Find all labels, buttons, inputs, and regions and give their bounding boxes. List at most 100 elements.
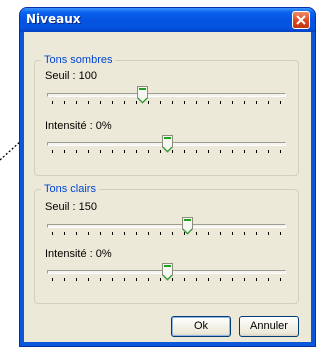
slider-tick: [196, 232, 197, 235]
slider-tick: [160, 150, 161, 153]
slider-tick: [172, 101, 173, 104]
slider-tick: [160, 278, 161, 281]
title-bar: Niveaux: [20, 8, 315, 32]
cancel-button[interactable]: Annuler: [239, 316, 299, 337]
slider-ticks: [52, 232, 281, 236]
slider-tick: [100, 278, 101, 281]
slider-ticks: [52, 278, 281, 282]
slider-tick: [64, 278, 65, 281]
slider-tick: [100, 150, 101, 153]
shadows-threshold-label: Seuil : 100: [45, 70, 97, 82]
slider-tick: [136, 150, 137, 153]
slider-tick: [232, 232, 233, 235]
ok-button[interactable]: Ok: [171, 316, 231, 337]
slider-tick: [220, 232, 221, 235]
slider-tick: [160, 101, 161, 104]
slider-tick: [76, 101, 77, 104]
slider-tick: [184, 101, 185, 104]
slider-tick: [244, 232, 245, 235]
slider-tick: [148, 232, 149, 235]
highlights-group: Tons clairs Seuil : 150 Intensité : 0%: [34, 183, 299, 304]
slider-tick: [136, 232, 137, 235]
slider-tick: [232, 150, 233, 153]
shadows-group: Tons sombres Seuil : 100 Intensité : 0%: [34, 54, 299, 176]
slider-tick: [268, 278, 269, 281]
highlights-group-label: Tons clairs: [41, 183, 99, 196]
niveaux-dialog: Niveaux Tons sombres Seuil : 100 Intensi…: [20, 8, 315, 346]
slider-ticks: [52, 150, 281, 154]
highlights-threshold-label: Seuil : 150: [45, 201, 97, 213]
slider-tick: [184, 232, 185, 235]
slider-tick: [244, 150, 245, 153]
shadows-group-label: Tons sombres: [41, 54, 116, 67]
slider-tick: [244, 278, 245, 281]
slider-tick: [196, 278, 197, 281]
slider-tick: [112, 232, 113, 235]
slider-tick: [64, 101, 65, 104]
slider-tick: [256, 278, 257, 281]
slider-tick: [196, 150, 197, 153]
close-button[interactable]: [292, 11, 310, 29]
slider-tick: [88, 150, 89, 153]
slider-tick: [196, 101, 197, 104]
slider-tick: [280, 232, 281, 235]
slider-tick: [64, 150, 65, 153]
slider-tick: [100, 232, 101, 235]
highlights-intensity-label: Intensité : 0%: [45, 248, 112, 260]
slider-tick: [280, 278, 281, 281]
slider-track: [47, 93, 286, 97]
slider-tick: [256, 232, 257, 235]
slider-tick: [112, 278, 113, 281]
slider-tick: [88, 232, 89, 235]
dialog-client-area: Tons sombres Seuil : 100 Intensité : 0%: [24, 32, 311, 342]
slider-tick: [220, 150, 221, 153]
slider-tick: [184, 278, 185, 281]
slider-tick: [268, 101, 269, 104]
slider-tick: [172, 278, 173, 281]
slider-tick: [148, 101, 149, 104]
slider-tick: [76, 232, 77, 235]
slider-tick: [52, 150, 53, 153]
slider-tick: [52, 232, 53, 235]
slider-tick: [268, 150, 269, 153]
slider-tick: [124, 232, 125, 235]
slider-tick: [244, 101, 245, 104]
close-icon: [296, 15, 306, 25]
slider-tick: [220, 101, 221, 104]
slider-tick: [208, 232, 209, 235]
slider-tick: [256, 101, 257, 104]
slider-tick: [172, 232, 173, 235]
slider-tick: [76, 278, 77, 281]
slider-tick: [148, 150, 149, 153]
slider-tick: [208, 101, 209, 104]
slider-tick: [160, 232, 161, 235]
slider-tick: [124, 150, 125, 153]
slider-tick: [268, 232, 269, 235]
slider-tick: [76, 150, 77, 153]
slider-tick: [112, 150, 113, 153]
slider-tick: [208, 150, 209, 153]
slider-ticks: [52, 101, 281, 105]
slider-tick: [124, 278, 125, 281]
slider-tick: [100, 101, 101, 104]
slider-tick: [172, 150, 173, 153]
shadows-intensity-label: Intensité : 0%: [45, 120, 112, 132]
slider-tick: [256, 150, 257, 153]
slider-tick: [208, 278, 209, 281]
slider-tick: [232, 101, 233, 104]
slider-track: [47, 224, 286, 228]
slider-tick: [232, 278, 233, 281]
slider-tick: [88, 278, 89, 281]
slider-tick: [280, 101, 281, 104]
slider-tick: [136, 101, 137, 104]
window-title: Niveaux: [26, 12, 81, 26]
slider-tick: [88, 101, 89, 104]
slider-tick: [64, 232, 65, 235]
slider-tick: [124, 101, 125, 104]
slider-tick: [280, 150, 281, 153]
slider-tick: [52, 101, 53, 104]
slider-tick: [136, 278, 137, 281]
slider-tick: [52, 278, 53, 281]
slider-tick: [184, 150, 185, 153]
slider-tick: [148, 278, 149, 281]
